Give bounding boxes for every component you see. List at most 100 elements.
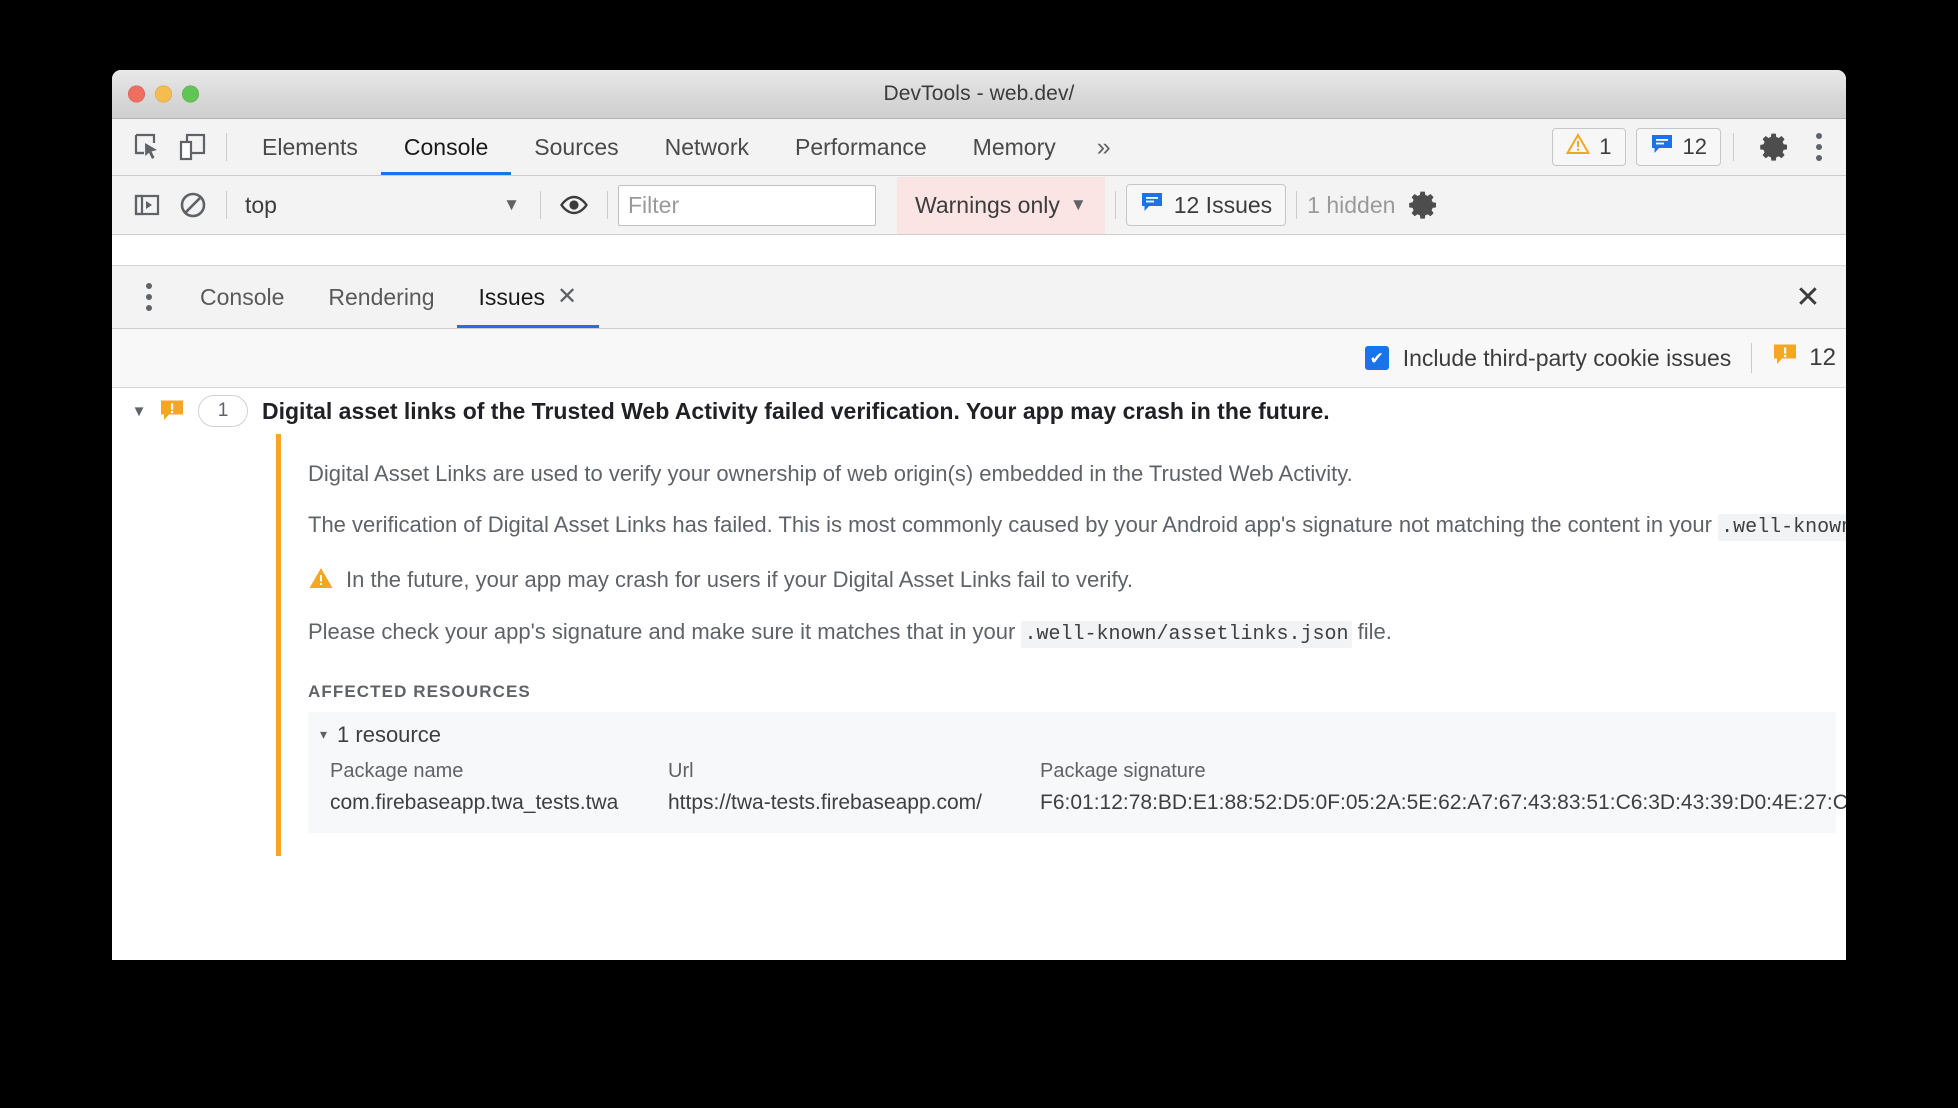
tab-console[interactable]: Console	[380, 120, 512, 175]
drawer-kebab-menu-icon[interactable]	[130, 273, 168, 321]
assetlinks-path-code: .well-known/assetlinks.json	[1021, 620, 1352, 648]
issue-warning-text: In the future, your app may crash for us…	[346, 566, 1134, 592]
assetlinks-path-code: .well-known/assetlinks.json	[1718, 513, 1846, 541]
inspect-element-icon[interactable]	[126, 125, 170, 169]
cell-package-signature: F6:01:12:78:BD:E1:88:52:D5:0F:05:2A:5E:6…	[1040, 790, 1846, 814]
paragraph-suffix: file.	[1351, 618, 1392, 644]
issues-badge[interactable]: 12	[1635, 128, 1721, 166]
warnings-badge-count: 1	[1599, 134, 1612, 159]
issue-paragraph-2: The verification of Digital Asset Links …	[308, 511, 1846, 541]
drawer-tab-label: Issues	[478, 283, 546, 310]
expand-caret-icon[interactable]: ▼	[126, 403, 152, 420]
execution-context-select[interactable]: top ▼	[237, 185, 530, 225]
toolbar-divider	[607, 191, 608, 219]
window-titlebar: DevTools - web.dev/	[112, 70, 1846, 119]
log-level-select[interactable]: Warnings only ▼	[897, 176, 1105, 234]
toolbar-divider	[1733, 133, 1734, 161]
drawer-tab-rendering[interactable]: Rendering	[306, 267, 456, 328]
paragraph-prefix: Please check your app's signature and ma…	[308, 618, 1022, 644]
issues-badge-count: 12	[1682, 134, 1707, 159]
kebab-dot	[1816, 144, 1822, 150]
tab-label: Sources	[534, 133, 619, 160]
drawer-tab-console[interactable]: Console	[178, 267, 306, 328]
issue-paragraph-1: Digital Asset Links are used to verify y…	[308, 461, 1353, 486]
clear-console-icon[interactable]	[170, 182, 216, 228]
tab-label: Elements	[262, 133, 358, 160]
filter-input[interactable]	[618, 184, 876, 226]
issue-warning-note: In the future, your app may crash for us…	[308, 565, 1836, 596]
drawer-close-icon[interactable]: ✕	[1784, 273, 1832, 321]
issues-header-toolbar: ✔ Include third-party cookie issues 12	[112, 329, 1846, 388]
kebab-menu-icon[interactable]	[1802, 124, 1836, 170]
resource-caret-icon[interactable]: ▾	[320, 726, 327, 743]
resource-table-header: Package name Url Package signature	[330, 760, 1836, 783]
warning-triangle-icon	[308, 565, 334, 596]
drawer-tabbar: Console Rendering Issues ✕ ✕	[112, 266, 1846, 329]
close-icon[interactable]: ✕	[557, 285, 577, 309]
tab-label: Memory	[972, 133, 1056, 160]
more-tabs-icon[interactable]: »	[1079, 120, 1129, 175]
kebab-dot	[1816, 155, 1822, 161]
drawer-tab-issues[interactable]: Issues ✕	[456, 267, 600, 328]
affected-resources-box: ▾ 1 resource Package name Url Package si…	[308, 711, 1846, 833]
cell-package-name: com.firebaseapp.twa_tests.twa	[330, 790, 619, 814]
kebab-dot	[146, 294, 152, 300]
tab-sources[interactable]: Sources	[511, 120, 641, 175]
chevron-down-icon: ▼	[503, 195, 520, 214]
tab-network[interactable]: Network	[642, 120, 772, 175]
checkbox-icon[interactable]: ✔	[1364, 346, 1389, 370]
affected-resources-label: AFFECTED RESOURCES	[308, 681, 531, 701]
paragraph-prefix: The verification of Digital Asset Links …	[308, 511, 1719, 537]
column-header-package-name: Package name	[330, 759, 464, 782]
devtools-window: DevTools - web.dev/ Elements Console Sou…	[112, 70, 1846, 960]
console-filter-toolbar: top ▼ Warnings only ▼	[112, 176, 1846, 235]
toolbar-divider	[1114, 191, 1116, 219]
close-window-button[interactable]	[128, 85, 145, 103]
console-body-strip	[112, 235, 1846, 266]
tab-performance[interactable]: Performance	[772, 120, 950, 175]
issue-message-icon	[1140, 191, 1164, 219]
cell-url[interactable]: https://twa-tests.firebaseapp.com/	[668, 791, 1040, 815]
gear-icon[interactable]	[1752, 124, 1798, 170]
tab-label: Network	[664, 133, 749, 160]
toolbar-divider	[1296, 191, 1298, 219]
column-header-url: Url	[668, 759, 694, 782]
issue-warning-icon	[152, 399, 192, 423]
third-party-cookie-checkbox-row[interactable]: ✔ Include third-party cookie issues	[1364, 345, 1731, 372]
execution-context-value: top	[245, 191, 277, 218]
resource-toggle[interactable]: ▾ 1 resource	[308, 722, 1836, 748]
live-expression-icon[interactable]	[551, 182, 597, 228]
warnings-badge[interactable]: 1	[1552, 128, 1626, 166]
drawer-tab-label: Rendering	[328, 283, 435, 310]
device-toolbar-icon[interactable]	[170, 125, 214, 169]
issue-header-row[interactable]: ▼ 1 Digital asset links of the Trusted W…	[112, 388, 1846, 434]
traffic-light-buttons	[128, 85, 199, 103]
console-settings-gear-icon[interactable]	[1401, 182, 1447, 228]
issue-warning-icon	[1772, 343, 1798, 374]
minimize-window-button[interactable]	[155, 85, 172, 103]
warning-triangle-icon	[1566, 132, 1591, 162]
chevron-down-icon: ▼	[1069, 195, 1087, 214]
drawer-tab-label: Console	[200, 283, 285, 310]
resource-toggle-label: 1 resource	[337, 721, 441, 747]
next-issue-accent-bar	[276, 848, 281, 856]
log-level-value: Warnings only	[915, 191, 1060, 218]
tab-memory[interactable]: Memory	[950, 120, 1079, 175]
issue-detail-content: Digital Asset Links are used to verify y…	[112, 460, 1846, 856]
issue-detail-panel: ▼ 1 Digital asset links of the Trusted W…	[112, 388, 1846, 856]
kebab-dot	[146, 305, 152, 311]
tab-label: Performance	[795, 133, 927, 160]
issue-paragraph-4: Please check your app's signature and ma…	[308, 618, 1836, 648]
tab-elements[interactable]: Elements	[239, 120, 381, 175]
window-title: DevTools - web.dev/	[883, 82, 1075, 105]
toolbar-divider	[1751, 343, 1753, 373]
screen: DevTools - web.dev/ Elements Console Sou…	[0, 0, 1958, 1108]
issue-occurrence-count: 1	[198, 395, 248, 427]
toolbar-divider	[226, 133, 227, 161]
issues-total-count-value: 12	[1809, 344, 1836, 371]
console-sidebar-icon[interactable]	[124, 182, 170, 228]
toolbar-divider	[540, 191, 541, 219]
issues-toolbar-label: 12 Issues	[1173, 191, 1273, 218]
maximize-window-button[interactable]	[182, 85, 199, 103]
issues-toolbar-button[interactable]: 12 Issues	[1125, 184, 1287, 226]
